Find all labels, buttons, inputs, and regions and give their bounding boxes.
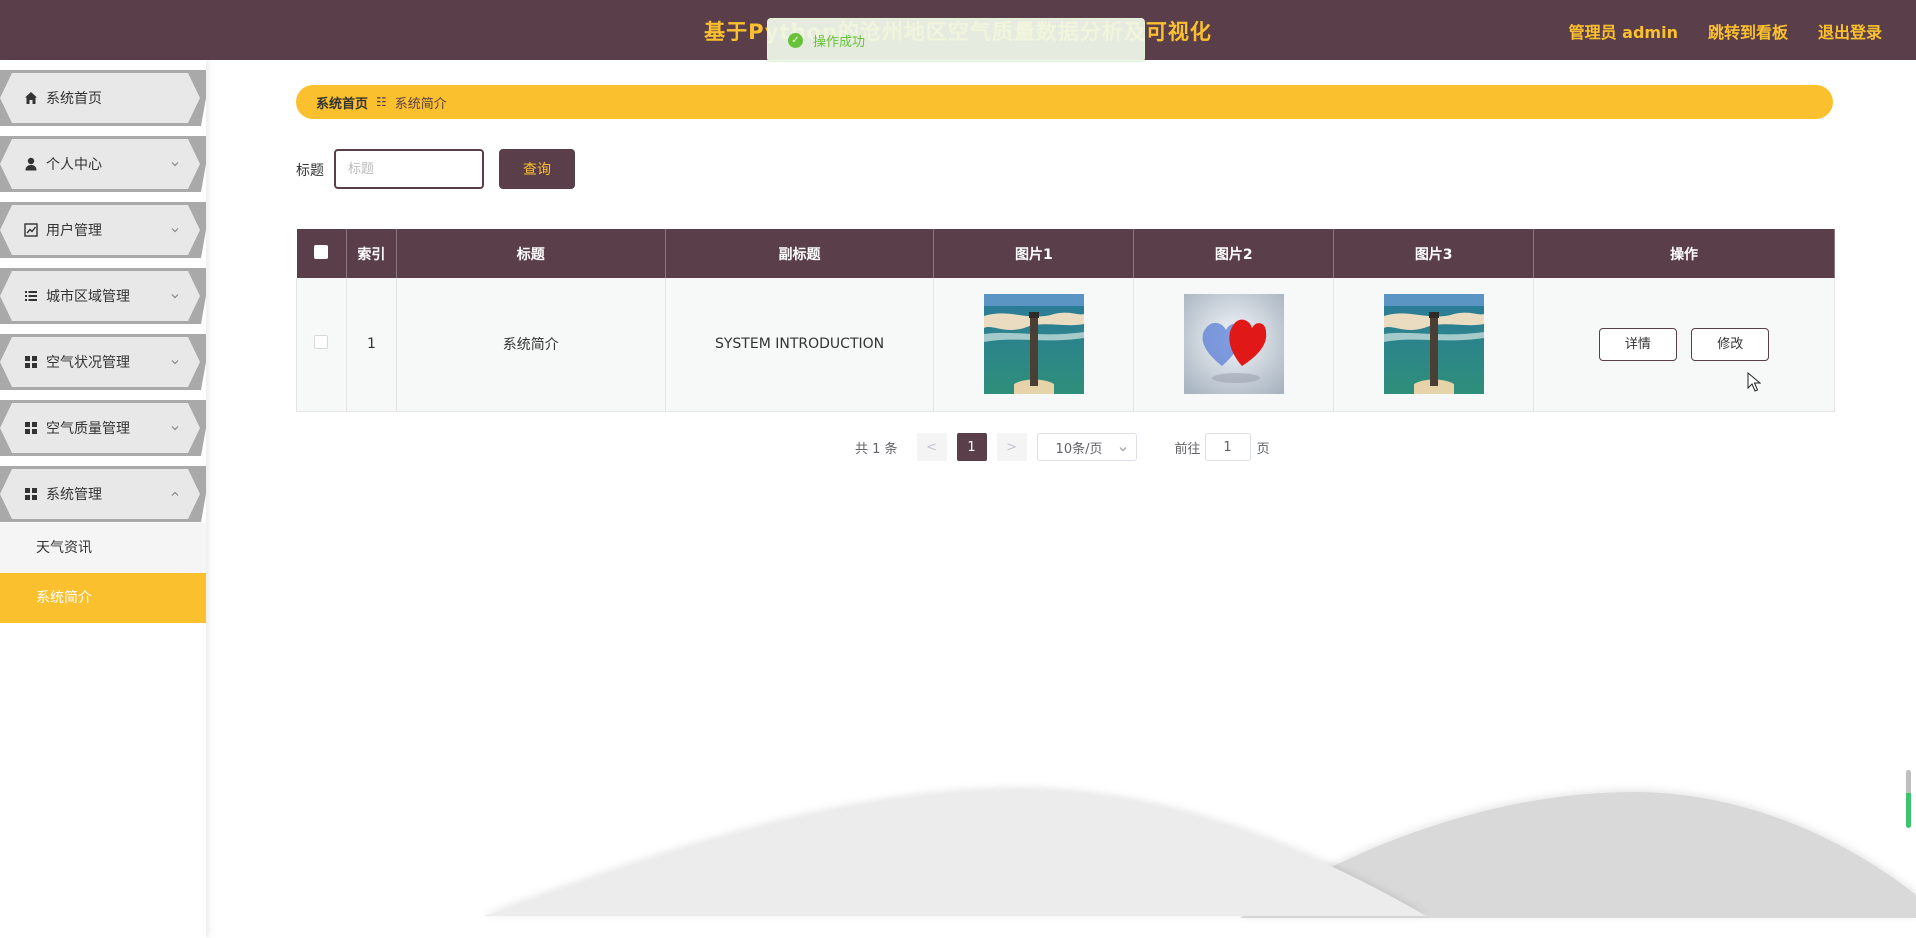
sidebar-item-air-status[interactable]: 空气状况管理	[0, 334, 206, 390]
title-search-input[interactable]	[334, 149, 484, 189]
chevron-up-icon	[170, 487, 180, 503]
grid-icon	[24, 421, 38, 435]
sidebar: 系统首页 个人中心 用户管理 城市区域管理 空气状况管理 空气质量管理 系统管理…	[0, 60, 206, 938]
user-icon	[24, 157, 38, 171]
row-image2-cell	[1133, 278, 1335, 412]
breadcrumb-current: 系统简介	[394, 96, 447, 112]
row-image1-cell	[933, 278, 1135, 412]
grid-icon	[24, 487, 38, 501]
row-index: 1	[346, 278, 397, 412]
sidebar-subitem-weather-news[interactable]: 天气资讯	[0, 523, 206, 573]
sidebar-item-label: 用户管理	[46, 223, 102, 239]
table-row: 1 系统简介 SYSTEM INTRODUCTION 详情 修改	[296, 278, 1835, 412]
logout-link[interactable]: 退出登录	[1818, 19, 1882, 43]
column-header-image3: 图片3	[1333, 229, 1535, 278]
sidebar-item-label: 个人中心	[46, 157, 102, 173]
sidebar-item-users[interactable]: 用户管理	[0, 202, 206, 258]
mouse-cursor-icon	[1747, 372, 1761, 392]
dashboard-link[interactable]: 跳转到看板	[1708, 19, 1788, 43]
chevron-down-icon	[170, 289, 180, 305]
success-check-icon: ✓	[788, 32, 803, 48]
column-header-actions: 操作	[1533, 229, 1835, 278]
breadcrumb: 系统首页 ☷ 系统简介	[296, 85, 1833, 119]
row-title: 系统简介	[396, 278, 666, 412]
chevron-down-icon	[170, 421, 180, 437]
search-button[interactable]: 查询	[499, 149, 575, 189]
chevron-down-icon	[1118, 443, 1128, 458]
row-actions-cell: 详情 修改	[1533, 278, 1835, 412]
sidebar-item-system-inner[interactable]: 系统管理	[0, 469, 200, 519]
table-header-row: 索引 标题 副标题 图片1 图片2 图片3 操作	[296, 229, 1835, 278]
sidebar-item-label: 系统首页	[46, 91, 102, 107]
scroll-indicator[interactable]	[1906, 770, 1911, 828]
column-header-image2: 图片2	[1133, 229, 1335, 278]
admin-label[interactable]: 管理员 admin	[1569, 19, 1678, 43]
row-select-cell	[296, 278, 347, 412]
pagination-total: 共 1 条	[855, 441, 898, 457]
chart-icon	[24, 223, 38, 237]
goto-suffix: 页	[1256, 441, 1270, 457]
data-table: 索引 标题 副标题 图片1 图片2 图片3 操作 1 系统简介 SYSTEM I…	[296, 229, 1835, 412]
select-all-checkbox[interactable]	[314, 244, 329, 259]
select-all-cell	[296, 229, 347, 278]
page-number-button[interactable]: 1	[956, 433, 987, 461]
sidebar-subitem-system-intro[interactable]: 系统简介	[0, 573, 206, 623]
row-subtitle: SYSTEM INTRODUCTION	[665, 278, 935, 412]
sidebar-item-users-inner[interactable]: 用户管理	[0, 205, 200, 255]
chevron-down-icon	[170, 223, 180, 239]
sidebar-item-label: 空气质量管理	[46, 421, 130, 437]
pagination: 共 1 条 < 1 > 10条/页 前往 页	[855, 433, 1270, 461]
goto-label: 前往	[1174, 441, 1201, 457]
list-icon	[24, 289, 38, 303]
sidebar-item-air-quality-inner[interactable]: 空气质量管理	[0, 403, 200, 453]
sidebar-item-home[interactable]: 系统首页	[0, 70, 206, 126]
goto-page-input[interactable]	[1204, 433, 1251, 461]
page-size-select[interactable]: 10条/页	[1036, 433, 1137, 461]
row-checkbox[interactable]	[314, 335, 329, 350]
sidebar-item-label: 空气状况管理	[46, 355, 130, 371]
column-header-title: 标题	[396, 229, 666, 278]
background-hills	[484, 790, 1916, 918]
sidebar-item-system[interactable]: 系统管理	[0, 466, 206, 522]
hearts-image[interactable]	[1183, 294, 1284, 395]
sidebar-item-city-region-inner[interactable]: 城市区域管理	[0, 271, 200, 321]
chevron-down-icon	[170, 355, 180, 371]
sidebar-item-label: 城市区域管理	[46, 289, 130, 305]
home-icon	[24, 91, 38, 105]
breadcrumb-home[interactable]: 系统首页	[316, 93, 368, 112]
page-size-value: 10条/页	[1055, 441, 1103, 457]
breadcrumb-separator-icon: ☷	[376, 95, 387, 109]
next-page-button[interactable]: >	[996, 433, 1027, 461]
sidebar-item-label: 系统管理	[46, 487, 102, 503]
sidebar-item-profile[interactable]: 个人中心	[0, 136, 206, 192]
sidebar-item-city-region[interactable]: 城市区域管理	[0, 268, 206, 324]
column-header-subtitle: 副标题	[665, 229, 935, 278]
row-image3-cell	[1333, 278, 1535, 412]
chevron-down-icon	[170, 157, 180, 173]
detail-button[interactable]: 详情	[1598, 327, 1677, 361]
grid-icon	[24, 355, 38, 369]
sidebar-item-air-quality[interactable]: 空气质量管理	[0, 400, 206, 456]
edit-button[interactable]: 修改	[1691, 327, 1770, 361]
sidebar-item-profile-inner[interactable]: 个人中心	[0, 139, 200, 189]
header-actions: 管理员 admin 跳转到看板 退出登录	[1569, 19, 1882, 43]
lighthouse-image[interactable]	[983, 294, 1084, 395]
sidebar-item-air-status-inner[interactable]: 空气状况管理	[0, 337, 200, 387]
column-header-index: 索引	[346, 229, 397, 278]
success-toast: ✓ 操作成功	[767, 18, 1145, 62]
prev-page-button[interactable]: <	[916, 433, 947, 461]
sidebar-item-home-inner[interactable]: 系统首页	[0, 73, 200, 123]
column-header-image1: 图片1	[933, 229, 1135, 278]
lighthouse-image[interactable]	[1383, 294, 1484, 395]
search-label: 标题	[296, 163, 324, 179]
toast-message: 操作成功	[813, 34, 866, 50]
